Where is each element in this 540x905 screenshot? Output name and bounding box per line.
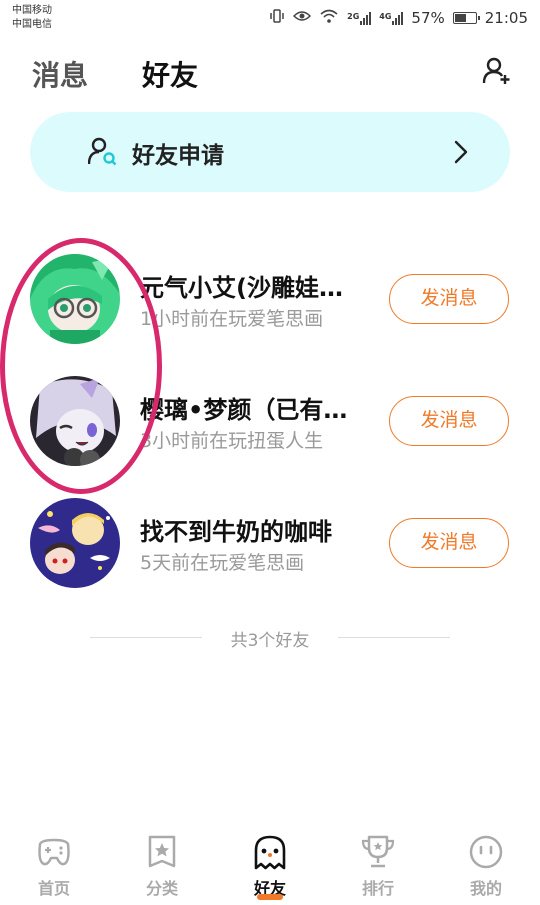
- nav-friends[interactable]: 好友: [216, 828, 324, 905]
- trophy-icon: [361, 835, 395, 868]
- chevron-right-icon: [454, 140, 468, 164]
- send-message-button[interactable]: 发消息: [389, 518, 509, 568]
- nav-label: 排行: [361, 879, 394, 898]
- divider-line: [338, 637, 450, 638]
- bottom-nav: 首页 分类 好友 排行 我的: [0, 828, 540, 905]
- vibrate-icon: [269, 8, 285, 28]
- nav-home[interactable]: 首页: [0, 828, 108, 905]
- friend-request-label: 好友申请: [132, 143, 224, 169]
- header: 消息 好友: [0, 50, 540, 100]
- signal-4g: 4G: [379, 11, 404, 25]
- signal-2g: 2G: [347, 11, 372, 25]
- friend-row[interactable]: 元气小艾(沙雕娃… 1小时前在玩爱笔思画 发消息: [0, 242, 540, 354]
- clock: 21:05: [484, 9, 528, 27]
- avatar[interactable]: [30, 376, 120, 466]
- status-bar: 中国移动 中国电信 2G 4G 57% 21:05: [0, 0, 540, 38]
- battery-icon: [452, 12, 480, 24]
- nav-label: 我的: [469, 879, 502, 898]
- carrier-info: 中国移动 中国电信: [12, 4, 52, 32]
- friend-count: 共3个好友: [230, 631, 310, 651]
- battery-percent: 57%: [411, 9, 445, 27]
- active-indicator: [257, 894, 283, 900]
- friend-name: 元气小艾(沙雕娃…: [140, 274, 343, 302]
- star-card-icon: [148, 835, 176, 868]
- nav-ranking[interactable]: 排行: [324, 828, 432, 905]
- friend-name: 樱璃•梦颜（已有…: [140, 396, 348, 424]
- friend-status: 1小时前在玩爱笔思画: [140, 308, 324, 330]
- friend-row[interactable]: 找不到牛奶的咖啡 5天前在玩爱笔思画 发消息: [0, 486, 540, 598]
- friend-row[interactable]: 樱璃•梦颜（已有… 3小时前在玩扭蛋人生 发消息: [0, 364, 540, 476]
- friend-request-banner[interactable]: 好友申请: [30, 112, 510, 192]
- add-person-icon: [482, 57, 510, 84]
- gamepad-icon: [38, 838, 70, 866]
- nav-category[interactable]: 分类: [108, 828, 216, 905]
- tab-messages[interactable]: 消息: [32, 54, 88, 94]
- send-message-button[interactable]: 发消息: [389, 396, 509, 446]
- send-message-button[interactable]: 发消息: [389, 274, 509, 324]
- friend-status: 3小时前在玩扭蛋人生: [140, 430, 324, 452]
- avatar[interactable]: [30, 254, 120, 344]
- avatar[interactable]: [30, 498, 120, 588]
- eye-icon: [293, 9, 312, 27]
- signal-bars-icon: [392, 11, 404, 25]
- wifi-icon: [319, 8, 339, 28]
- friend-status: 5天前在玩爱笔思画: [140, 552, 305, 574]
- carrier-2: 中国电信: [12, 19, 52, 30]
- add-friend-button[interactable]: [482, 56, 512, 86]
- signal-bars-icon: [360, 11, 372, 25]
- tab-friends[interactable]: 好友: [142, 54, 198, 94]
- nav-label: 分类: [145, 879, 178, 898]
- nav-label: 首页: [37, 879, 70, 898]
- status-icons: 2G 4G 57% 21:05: [269, 8, 528, 28]
- person-search-icon: [88, 137, 117, 166]
- face-icon: [469, 835, 503, 869]
- carrier-1: 中国移动: [12, 5, 52, 16]
- ghost-icon: [254, 835, 286, 870]
- friend-count-divider: 共3个好友: [90, 626, 450, 651]
- friend-name: 找不到牛奶的咖啡: [140, 518, 332, 546]
- nav-mine[interactable]: 我的: [432, 828, 540, 905]
